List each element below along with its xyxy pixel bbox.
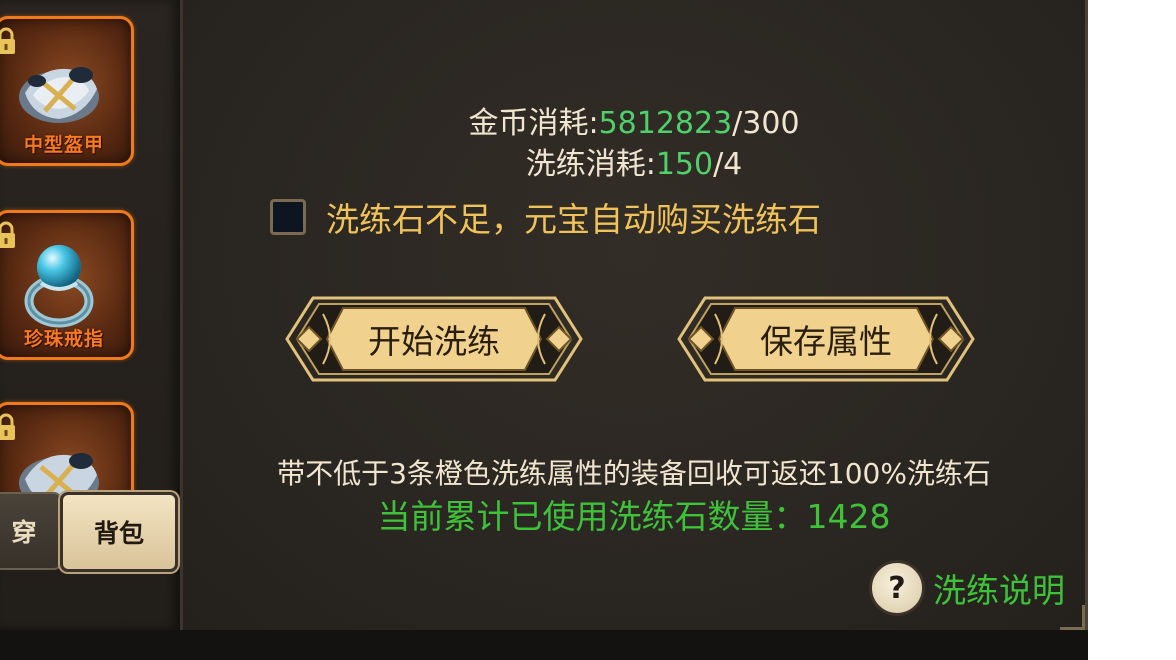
auto-buy-label: 洗练石不足，元宝自动购买洗练石 [326, 200, 821, 239]
used-stones-count: 当前累计已使用洗练石数量：1428 [377, 497, 891, 536]
gold-need: /300 [732, 106, 800, 141]
refine-have: 150 [655, 147, 714, 182]
save-attributes-button[interactable]: 保存属性 [675, 294, 977, 384]
auto-buy-checkbox[interactable] [270, 199, 306, 235]
refine-help[interactable]: ? 洗练说明 [869, 560, 1065, 616]
start-refine-button[interactable]: 开始洗练 [283, 294, 585, 384]
armor-icon [19, 67, 99, 123]
tab-bag[interactable]: 背包 [60, 492, 178, 572]
recycle-note: 带不低于3条橙色洗练属性的装备回收可返还100%洗练石 [277, 457, 991, 490]
tab-label: 穿 [11, 518, 37, 547]
tab-label: 背包 [93, 519, 144, 548]
refine-panel: 金币消耗:5812823/300 洗练消耗:150/4 洗练石不足，元宝自动购买… [183, 0, 1088, 633]
refine-cost-label: 洗练消耗: [525, 147, 656, 182]
refine-need: /4 [713, 147, 743, 182]
tab-wear[interactable]: 穿 [0, 492, 62, 570]
game-screen: 中型盔甲 珍珠戒指 穿 背包 金币消耗:5812823/300 洗练消耗:150… [0, 0, 1088, 660]
pearl-ring-icon [24, 245, 94, 328]
equipment-sidebar: 中型盔甲 珍珠戒指 穿 背包 [0, 0, 183, 630]
item-name: 珍珠戒指 [23, 328, 104, 350]
refine-cost: 洗练消耗:150/4 [183, 139, 1085, 183]
item-name: 中型盔甲 [23, 134, 104, 156]
question-icon[interactable]: ? [869, 560, 925, 616]
bottom-bar [0, 630, 1088, 660]
help-label[interactable]: 洗练说明 [933, 564, 1065, 612]
equipment-item-pearl-ring[interactable]: 珍珠戒指 [0, 210, 134, 360]
start-refine-label: 开始洗练 [368, 322, 500, 361]
gold-cost: 金币消耗:5812823/300 [183, 98, 1085, 142]
auto-buy-option[interactable]: 洗练石不足，元宝自动购买洗练石 [270, 193, 821, 241]
gold-have: 5812823 [598, 106, 733, 141]
equipment-item-medium-armor[interactable]: 中型盔甲 [0, 16, 134, 166]
save-attributes-label: 保存属性 [760, 322, 892, 361]
panel-corner-ornament [1060, 605, 1085, 630]
gold-cost-label: 金币消耗: [468, 106, 599, 141]
